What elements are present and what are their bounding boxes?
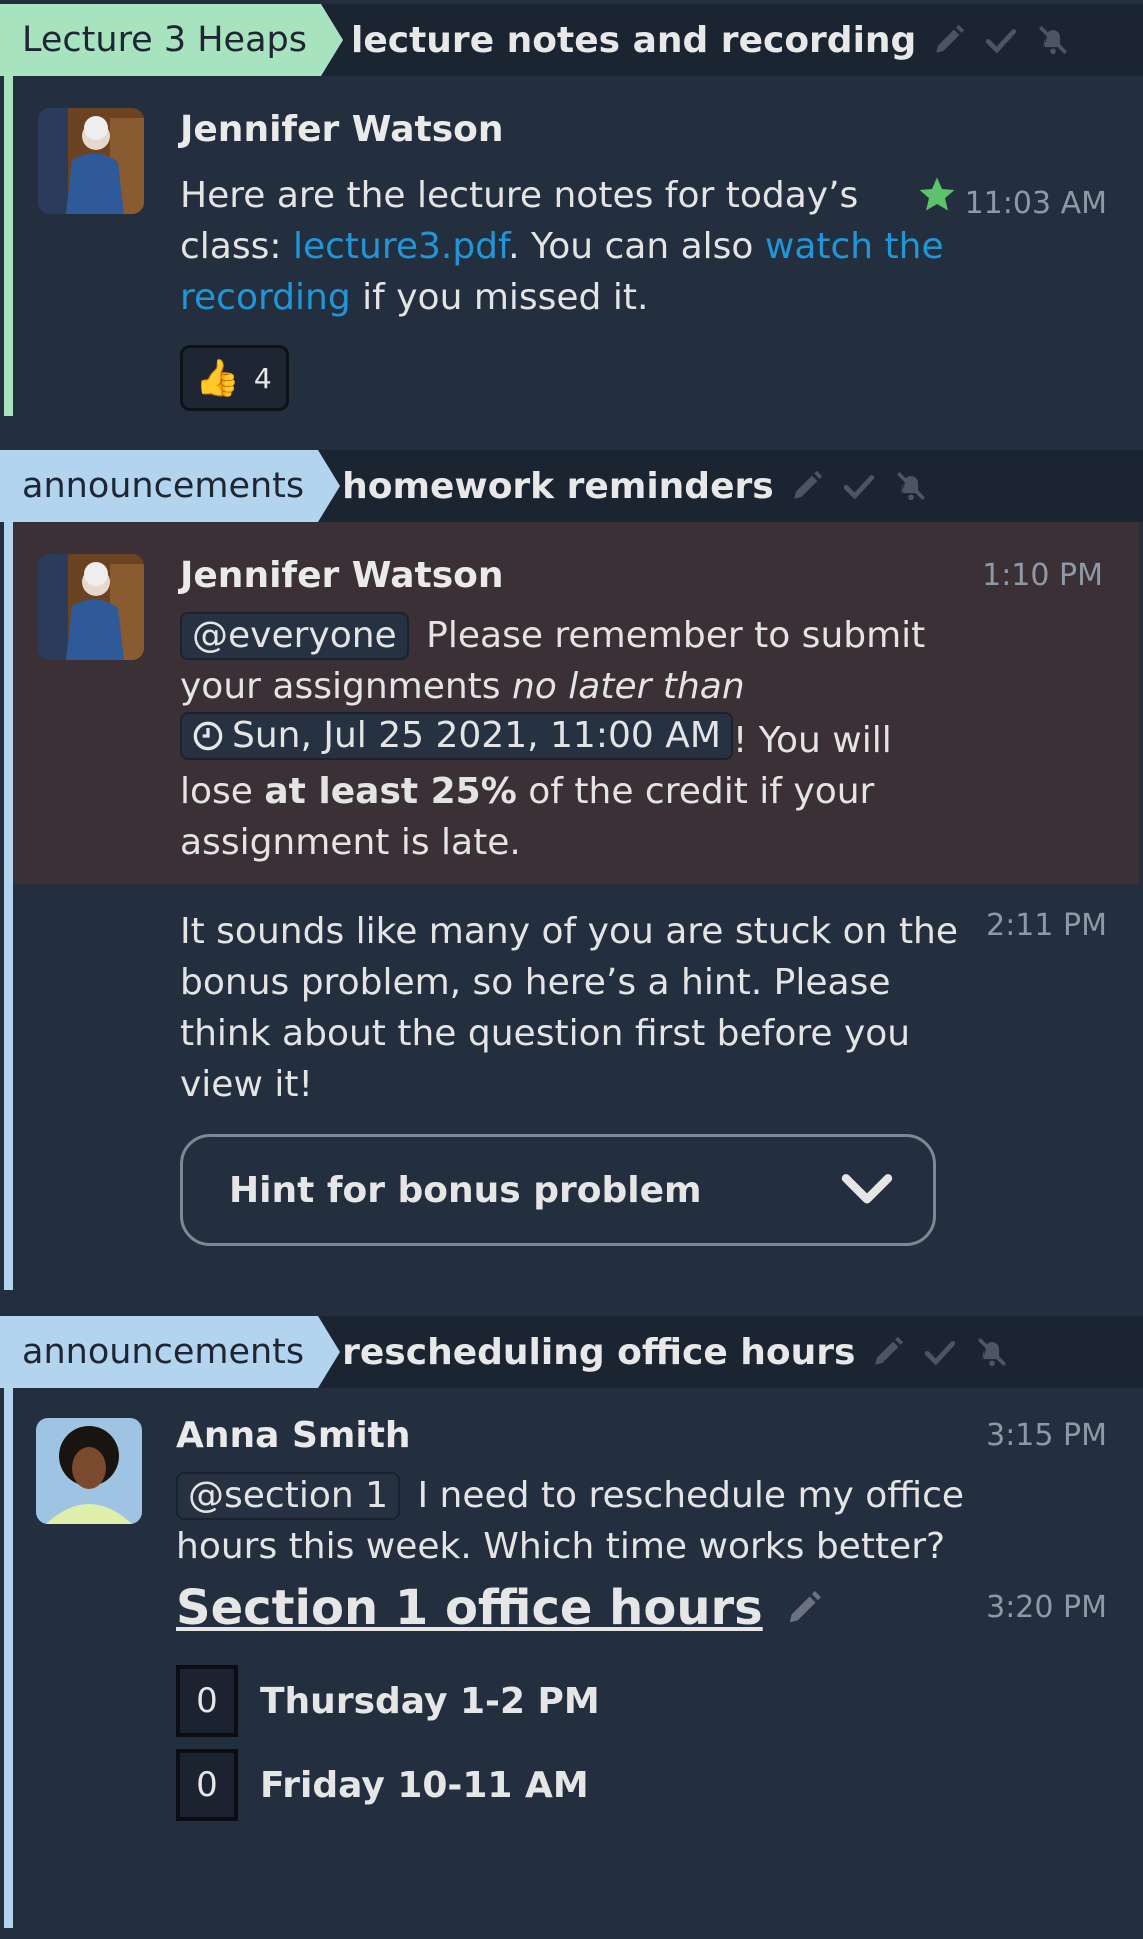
- timestamp-text: Sun, Jul 25 2021, 11:00 AM: [232, 715, 721, 756]
- sender-name[interactable]: Jennifer Watson: [180, 522, 989, 600]
- message-list: Jennifer Watson 1:10 PM @everyone Please…: [0, 522, 1143, 1290]
- stream-name: announcements: [22, 1332, 305, 1372]
- check-icon[interactable]: [919, 1331, 961, 1373]
- poll-title: Section 1 office hours: [176, 1580, 763, 1636]
- vote-button[interactable]: 0: [176, 1749, 238, 1821]
- pencil-icon[interactable]: [786, 465, 828, 507]
- message-row[interactable]: Jennifer Watson 11:03 AM Here are the le…: [0, 76, 1143, 416]
- group-mention[interactable]: @section 1: [176, 1472, 401, 1520]
- pencil-icon[interactable]: [928, 19, 970, 61]
- poll-option: 0 Friday 10-11 AM: [176, 1746, 993, 1824]
- message-row[interactable]: Anna Smith 3:15 PM @section 1 I need to …: [0, 1388, 1143, 1578]
- sender-name[interactable]: Jennifer Watson: [180, 76, 993, 154]
- recipient-block-lecture-notes: Lecture 3 Heaps lecture notes and record…: [0, 4, 1143, 416]
- poll-header: Section 1 office hours: [176, 1578, 993, 1636]
- stream-label[interactable]: announcements: [0, 1316, 341, 1388]
- message-row-poll[interactable]: 3:20 PM Section 1 office hours 0 Thursda…: [0, 1578, 1143, 1918]
- pencil-icon[interactable]: [785, 1589, 823, 1627]
- poll-option-label: Friday 10-11 AM: [260, 1764, 589, 1806]
- spoiler-block[interactable]: Hint for bonus problem: [180, 1134, 936, 1246]
- recipient-bar: announcements rescheduling office hours: [0, 1316, 1143, 1388]
- poll-options: 0 Thursday 1-2 PM 0 Friday 10-11 AM: [176, 1662, 993, 1824]
- message-text: . You can also: [508, 226, 765, 267]
- topic-actions: [928, 19, 1084, 61]
- message-time[interactable]: 11:03 AM: [965, 186, 1107, 221]
- check-icon[interactable]: [838, 465, 880, 507]
- stream-name: announcements: [22, 466, 305, 506]
- avatar[interactable]: [38, 554, 144, 660]
- message-content: @section 1 I need to reschedule my offic…: [176, 1470, 966, 1572]
- avatar[interactable]: [36, 1418, 142, 1524]
- chevron-down-icon[interactable]: [839, 1162, 895, 1218]
- user-mention[interactable]: @everyone: [180, 612, 409, 660]
- spoiler-title: Hint for bonus problem: [229, 1169, 702, 1211]
- stream-label[interactable]: announcements: [0, 450, 341, 522]
- poll-option-label: Thursday 1-2 PM: [260, 1680, 600, 1722]
- message-list: Jennifer Watson 11:03 AM Here are the le…: [0, 76, 1143, 416]
- topic-label[interactable]: homework reminders: [342, 466, 774, 507]
- topic-actions: [867, 1331, 1023, 1373]
- message-list: Anna Smith 3:15 PM @section 1 I need to …: [0, 1388, 1143, 1928]
- message-time[interactable]: 3:15 PM: [986, 1418, 1107, 1453]
- message-row[interactable]: 2:11 PM It sounds like many of you are s…: [0, 884, 1143, 1284]
- message-time[interactable]: 1:10 PM: [982, 558, 1103, 593]
- reaction-thumbs-up[interactable]: 👍 4: [180, 345, 289, 411]
- vote-button[interactable]: 0: [176, 1665, 238, 1737]
- stream-label[interactable]: Lecture 3 Heaps: [0, 4, 343, 76]
- recipient-bar: announcements homework reminders: [0, 450, 1143, 522]
- message-content: It sounds like many of you are stuck on …: [180, 911, 959, 1105]
- poll-option: 0 Thursday 1-2 PM: [176, 1662, 993, 1740]
- avatar[interactable]: [38, 108, 144, 214]
- timestamp-chip[interactable]: Sun, Jul 25 2021, 11:00 AM: [180, 712, 733, 760]
- thumbs-up-icon: 👍: [195, 358, 240, 399]
- message-row-mentioned[interactable]: Jennifer Watson 1:10 PM @everyone Please…: [13, 522, 1139, 884]
- check-icon[interactable]: [980, 19, 1022, 61]
- message-content: Here are the lecture notes for today’s c…: [180, 170, 970, 323]
- recipient-block-homework: announcements homework reminders Jennife…: [0, 450, 1143, 1290]
- recipient-bar: Lecture 3 Heaps lecture notes and record…: [0, 4, 1143, 76]
- sender-name[interactable]: Anna Smith: [176, 1388, 993, 1460]
- reaction-count: 4: [253, 361, 272, 395]
- clock-icon: [193, 721, 223, 751]
- topic-label[interactable]: lecture notes and recording: [351, 20, 916, 61]
- message-time[interactable]: 3:20 PM: [986, 1590, 1107, 1625]
- stream-name: Lecture 3 Heaps: [22, 20, 307, 60]
- topic-label[interactable]: rescheduling office hours: [342, 1332, 855, 1373]
- recipient-block-office-hours: announcements rescheduling office hours: [0, 1316, 1143, 1928]
- topic-actions: [786, 465, 942, 507]
- message-time[interactable]: 2:11 PM: [986, 908, 1107, 943]
- strong-text: at least 25%: [264, 771, 517, 812]
- bell-slash-icon[interactable]: [1032, 19, 1074, 61]
- message-content: @everyone Please remember to submit your…: [180, 610, 940, 868]
- message-text: if you missed it.: [350, 277, 649, 318]
- bell-slash-icon[interactable]: [890, 465, 932, 507]
- lecture-pdf-link[interactable]: lecture3.pdf: [293, 226, 508, 267]
- pencil-icon[interactable]: [867, 1331, 909, 1373]
- star-icon[interactable]: [917, 174, 957, 218]
- emphasis-text: no later than: [511, 666, 745, 707]
- bell-slash-icon[interactable]: [971, 1331, 1013, 1373]
